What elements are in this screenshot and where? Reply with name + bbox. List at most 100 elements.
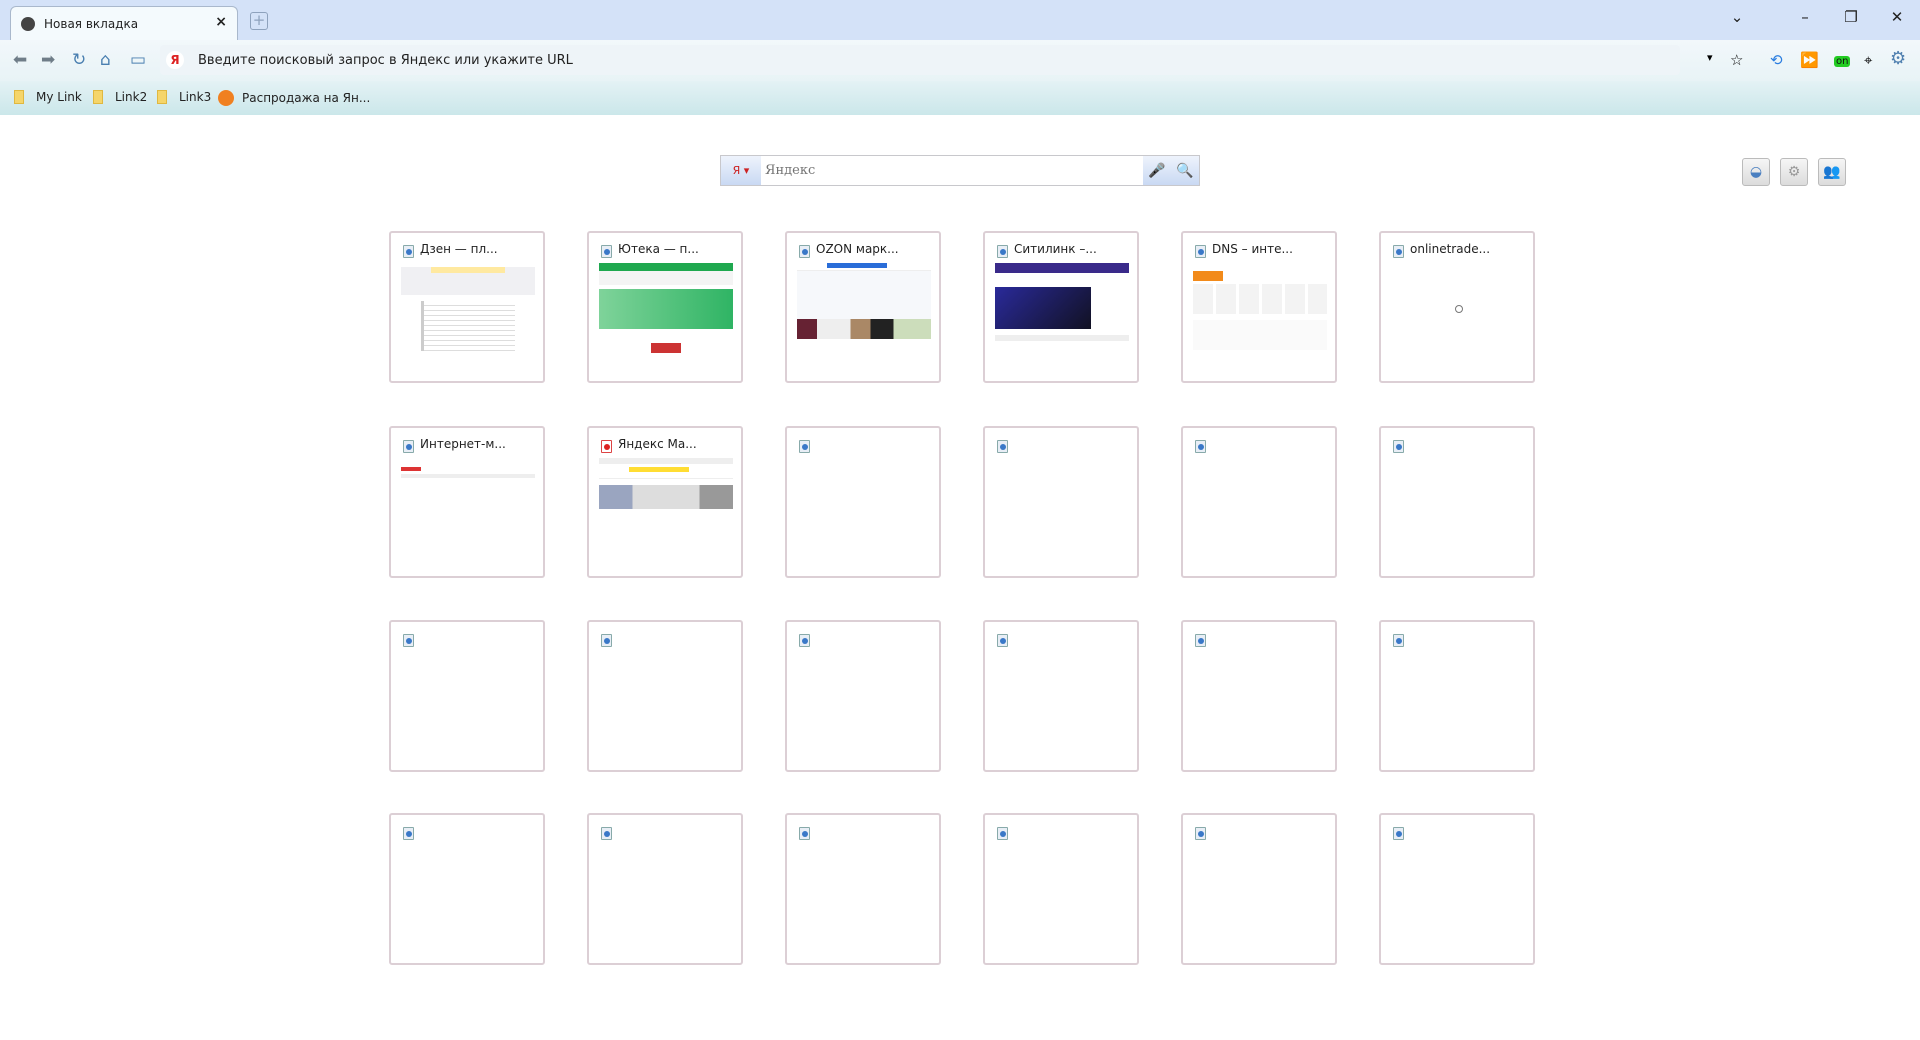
bookmark-label: My Link: [36, 90, 82, 104]
ff-extension-icon[interactable]: ⏩: [1800, 51, 1819, 69]
pin-extension-icon[interactable]: ⌖: [1864, 51, 1872, 69]
bookmark-link3[interactable]: Link3: [157, 90, 211, 104]
address-placeholder: Введите поисковый запрос в Яндекс или ук…: [198, 52, 573, 68]
settings-gear-icon[interactable]: ⚙: [1890, 48, 1906, 69]
search-box: Я ▾ 🎤 🔍: [720, 155, 1200, 186]
page-favicon-icon: [1195, 440, 1206, 453]
page-thumbnail: [797, 263, 931, 353]
speed-dial-tile[interactable]: [785, 426, 941, 578]
tab-bar: Новая вкладка × + ⌄ – ❐ ✕: [0, 0, 1920, 40]
minimize-button[interactable]: –: [1790, 8, 1820, 26]
speed-dial-tile[interactable]: [983, 620, 1139, 772]
reload-button[interactable]: ↻: [72, 50, 86, 70]
page-favicon-icon: [403, 245, 414, 258]
speed-dial-tile[interactable]: Ситилинк –...: [983, 231, 1139, 383]
speed-dial-tile[interactable]: [785, 620, 941, 772]
page-thumbnail: [401, 263, 535, 353]
bookmarks-bar: My Link Link2 Link3 Распродажа на Ян...: [0, 81, 1920, 115]
page-thumbnail: [401, 458, 535, 548]
speed-dial-tile[interactable]: [1379, 426, 1535, 578]
tab-title: Новая вкладка: [44, 16, 139, 31]
speed-dial-tile[interactable]: Дзен — пл...: [389, 231, 545, 383]
speed-dial-tile[interactable]: [389, 813, 545, 965]
speed-dial-tile[interactable]: Ютека — п...: [587, 231, 743, 383]
tile-title: Дзен — пл...: [420, 242, 498, 256]
page-favicon-icon: [1393, 245, 1404, 258]
tile-title: Ситилинк –...: [1014, 242, 1097, 256]
page-favicon-icon: [403, 634, 414, 647]
page-favicon-icon: [799, 245, 810, 258]
address-dropdown-icon[interactable]: ▾: [1707, 51, 1713, 64]
speed-dial-tile[interactable]: [1181, 426, 1337, 578]
page-favicon-icon: [997, 634, 1008, 647]
search-engine-selector[interactable]: Я ▾: [721, 156, 761, 185]
bookmark-link2[interactable]: Link2: [93, 90, 147, 104]
sidebar-button[interactable]: ▭: [130, 50, 146, 70]
folder-icon: [93, 90, 103, 104]
loading-spinner-icon: [1455, 305, 1463, 313]
users-icon[interactable]: 👥: [1818, 158, 1846, 186]
speed-dial-tile[interactable]: [587, 620, 743, 772]
tile-title: Яндекс Ма...: [618, 437, 697, 451]
tile-title: onlinetrade...: [1410, 242, 1491, 256]
restore-button[interactable]: ❐: [1836, 8, 1866, 26]
speed-dial-tile[interactable]: [587, 813, 743, 965]
close-window-button[interactable]: ✕: [1882, 8, 1912, 26]
speed-dial-tile[interactable]: Яндекс Ма...: [587, 426, 743, 578]
speed-dial-tile[interactable]: [1181, 813, 1337, 965]
yandex-icon: Я: [166, 51, 184, 69]
on-extension-icon[interactable]: on: [1834, 56, 1851, 67]
page-favicon-icon: [1393, 440, 1404, 453]
search-input[interactable]: [761, 163, 1143, 178]
page-thumbnail: [599, 458, 733, 548]
speed-dial-tile[interactable]: [1379, 620, 1535, 772]
address-bar[interactable]: Я Введите поисковый запрос в Яндекс или …: [160, 45, 1680, 75]
page-favicon-icon: [601, 634, 612, 647]
bookmark-star-icon[interactable]: ☆: [1730, 51, 1743, 69]
tab-new-tab[interactable]: Новая вкладка ×: [10, 6, 238, 40]
page-favicon-icon: [1393, 634, 1404, 647]
toolbar: ⬅ ➡ ↻ ⌂ ▭ Я Введите поисковый запрос в Я…: [0, 40, 1920, 81]
page-favicon-icon: [997, 827, 1008, 840]
bookmark-my-link[interactable]: My Link: [14, 90, 82, 104]
speed-dial-tile[interactable]: [1181, 620, 1337, 772]
speed-dial-tile[interactable]: [1379, 813, 1535, 965]
folder-icon: [14, 90, 24, 104]
speed-dial-tile[interactable]: OZON марк...: [785, 231, 941, 383]
market-icon: [218, 90, 234, 106]
speed-dial-tile[interactable]: [785, 813, 941, 965]
speed-dial-tile[interactable]: [983, 426, 1139, 578]
mic-icon[interactable]: 🎤: [1148, 163, 1165, 179]
speed-dial-tile[interactable]: onlinetrade...: [1379, 231, 1535, 383]
folder-icon: [157, 90, 167, 104]
bookmark-market-sale[interactable]: Распродажа на Ян...: [218, 90, 370, 106]
forward-button[interactable]: ➡: [41, 50, 55, 70]
page-favicon-icon: [601, 245, 612, 258]
settings-icon[interactable]: ⚙: [1780, 158, 1808, 186]
search-icon[interactable]: 🔍: [1176, 163, 1193, 179]
tile-title: Ютека — п...: [618, 242, 699, 256]
globe-icon: [21, 16, 35, 31]
speed-dial-tile[interactable]: [389, 620, 545, 772]
page-favicon-icon: [403, 440, 414, 453]
store-icon[interactable]: ◒: [1742, 158, 1770, 186]
page-favicon-icon: [997, 245, 1008, 258]
page-favicon-icon: [601, 827, 612, 840]
bookmark-label: Распродажа на Ян...: [242, 91, 371, 105]
close-tab-button[interactable]: ×: [215, 14, 227, 30]
tab-list-button[interactable]: ⌄: [1722, 8, 1752, 26]
yandex-favicon-icon: [601, 440, 612, 453]
speed-dial-tile[interactable]: Интернет-м...: [389, 426, 545, 578]
bookmark-label: Link3: [179, 90, 212, 104]
page-favicon-icon: [997, 440, 1008, 453]
tile-title: Интернет-м...: [420, 437, 506, 451]
page-favicon-icon: [799, 827, 810, 840]
page-favicon-icon: [799, 440, 810, 453]
page-favicon-icon: [799, 634, 810, 647]
speed-dial-tile[interactable]: DNS – инте...: [1181, 231, 1337, 383]
back-button[interactable]: ⬅: [13, 50, 27, 70]
share-extension-icon[interactable]: ⟲: [1770, 51, 1783, 69]
home-button[interactable]: ⌂: [100, 50, 111, 70]
speed-dial-tile[interactable]: [983, 813, 1139, 965]
new-tab-button[interactable]: +: [250, 12, 268, 30]
